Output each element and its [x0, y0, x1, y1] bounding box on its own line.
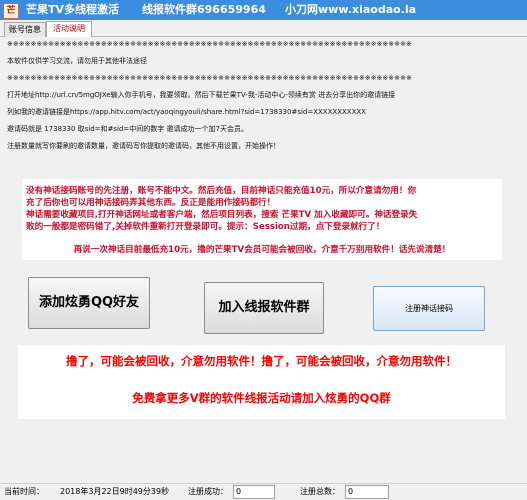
app-icon: 芒 — [3, 3, 19, 19]
warning-area: 撸了，可能会被回收，介意勿用软件！撸了，可能会被回收，介意勿用软件！ 免费拿更多… — [18, 345, 505, 419]
instruction-line-invite-code: 邀请码就是 1738330 取sid=和#sid=中间的数字 邀请成功一个加7天… — [7, 125, 248, 133]
instruction-line-usage: 注册数量就写你要刷的邀请数量，邀请码写你提取的邀请码，其他不用设置，开始操作！ — [7, 142, 280, 150]
current-time-label: 当前时间： — [4, 487, 44, 496]
separator-line: ※※※※※※※※※※※※※※※※※※※※※※※※※※※※※※※※※※※※※※※※… — [7, 74, 412, 82]
notice-line: 充了后你也可以用神话接码弄其他东西。反正是能用作接码都行！ — [26, 198, 276, 208]
instruction-line-open-url: 打开地址http://url.cn/5mgOJXe输入你手机号，我要领取。然后下… — [7, 91, 396, 99]
register-total-label: 注册总数： — [300, 487, 340, 496]
register-total-count: 0 — [345, 485, 389, 499]
promo-text: 免费拿更多V群的软件线报活动请加入炫勇的QQ群 — [132, 391, 391, 405]
register-success-label: 注册成功： — [188, 487, 228, 496]
notice-line: 神话需要收藏项目,打开神话网址或者客户端，然后项目列表，搜索 芒果TV 加入收藏… — [26, 210, 418, 220]
notice-panel: 没有神话接码账号的先注册，账号不能中文。然后充值，目前神话只能充值10元，所以介… — [22, 179, 502, 260]
status-bar: 当前时间： 2018年3月22日9时49分39秒 注册成功： 0 注册总数： 0 — [0, 483, 527, 500]
instructions-text-area: ※※※※※※※※※※※※※※※※※※※※※※※※※※※※※※※※※※※※※※※※… — [4, 38, 520, 166]
notice-line: 没有神话接码账号的先注册，账号不能中文。然后充值，目前神话只能充值10元，所以介… — [26, 186, 417, 196]
window-title: 芒果TV多线程激活 线报软件群696659964 小刀网www.xiaodao.… — [26, 3, 417, 16]
main-window: 芒 芒果TV多线程激活 线报软件群696659964 小刀网www.xiaoda… — [0, 0, 527, 500]
notice-warning: 再说一次神话目前最低充10元，撸的芒果TV会员可能会被回收，介意千万别用软件！话… — [73, 245, 451, 255]
instruction-line-example-link: 列如我的邀请链接是https://app.hitv.com/act/yaoqin… — [7, 108, 366, 116]
recycle-warning: 撸了，可能会被回收，介意勿用软件！撸了，可能会被回收，介意勿用软件！ — [66, 354, 457, 368]
disclaimer-line: 本软件仅供学习交流，请勿用于其他非法途径 — [7, 57, 147, 65]
current-time-value: 2018年3月22日9时49分39秒 — [60, 487, 170, 496]
add-qq-friend-button[interactable]: 添加炫勇QQ好友 — [28, 277, 150, 329]
title-bar[interactable]: 芒 芒果TV多线程激活 线报软件群696659964 小刀网www.xiaoda… — [0, 0, 527, 20]
register-success-count: 0 — [233, 485, 275, 499]
tab-account-info[interactable]: 账号信息 — [4, 22, 46, 37]
tab-strip: 账号信息 活动说明 — [0, 21, 527, 37]
separator-line: ※※※※※※※※※※※※※※※※※※※※※※※※※※※※※※※※※※※※※※※※… — [7, 40, 412, 48]
register-shenhua-button[interactable]: 注册神话接码 — [373, 286, 485, 331]
notice-line: 败的一般都是密码错了,关掉软件重新打开登录即可。提示：Session过期，点下登… — [26, 222, 385, 232]
join-group-button[interactable]: 加入线报软件群 — [204, 282, 324, 334]
tab-activity-description[interactable]: 活动说明 — [46, 21, 92, 37]
